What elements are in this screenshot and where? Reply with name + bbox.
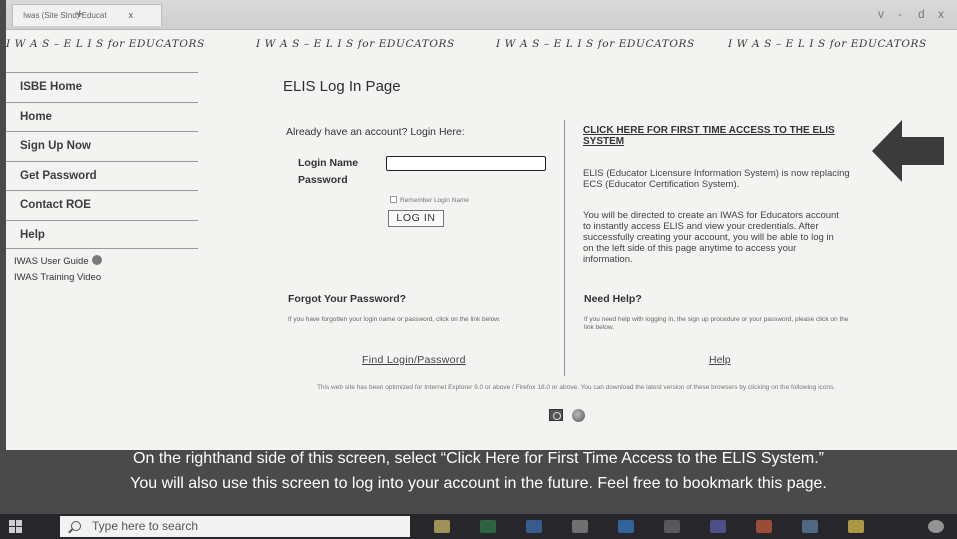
find-login-password-link[interactable]: Find Login/Password xyxy=(362,354,466,366)
iwas-user-guide-link[interactable]: IWAS User Guide xyxy=(14,255,198,267)
help-link[interactable]: Help xyxy=(709,354,731,366)
column-divider xyxy=(564,120,565,376)
browser-optimization-note: This web site has been optimized for Int… xyxy=(316,384,836,391)
taskbar-search-box[interactable]: Type here to search xyxy=(60,516,410,537)
globe-icon xyxy=(91,255,102,265)
browser-icon[interactable] xyxy=(572,520,588,533)
search-icon xyxy=(71,521,81,531)
new-tab-button[interactable]: + xyxy=(76,6,84,21)
sidebar-item-home[interactable]: Home xyxy=(6,101,198,132)
login-name-label: Login Name xyxy=(298,157,359,169)
site-banner: I W A S – E L I S for EDUCATORS xyxy=(496,38,695,50)
notes-icon[interactable] xyxy=(848,520,864,533)
tab-close-icon[interactable]: x xyxy=(129,10,134,20)
sidebar-nav: ISBE Home Home Sign Up Now Get Password … xyxy=(6,72,198,283)
site-banner: I W A S – E L I S for EDUCATORS xyxy=(6,38,205,50)
sidebar-item-get-password[interactable]: Get Password xyxy=(6,160,198,191)
login-name-input[interactable] xyxy=(386,156,546,171)
login-heading: Already have an account? Login Here: xyxy=(286,126,465,138)
restore-button[interactable]: d xyxy=(918,7,925,21)
browser-tab-bar: Iwas (Site Stnd) Educat x + v - d x xyxy=(6,0,957,30)
need-help-heading: Need Help? xyxy=(584,293,642,305)
file-explorer-icon[interactable] xyxy=(434,520,450,533)
browser-screen: Iwas (Site Stnd) Educat x + v - d x I W … xyxy=(6,0,957,450)
account-instructions: You will be directed to create an IWAS f… xyxy=(583,210,839,265)
elis-description: ELIS (Educator Licensure Information Sys… xyxy=(583,168,850,190)
caption-line: You will also use this screen to log int… xyxy=(130,475,827,492)
sidebar-item-help[interactable]: Help xyxy=(6,219,198,249)
sidebar-item-sign-up-now[interactable]: Sign Up Now xyxy=(6,131,198,161)
site-banner: I W A S – E L I S for EDUCATORS xyxy=(256,38,455,50)
teams-icon[interactable] xyxy=(710,520,726,533)
forgot-password-text: If you have forgotten your login name or… xyxy=(288,316,501,323)
calculator-icon[interactable] xyxy=(664,520,680,533)
sidebar-item-isbe-home[interactable]: ISBE Home xyxy=(6,72,198,102)
browser-tab[interactable]: Iwas (Site Stnd) Educat x xyxy=(12,4,162,26)
iwas-user-guide-label: IWAS User Guide xyxy=(14,256,89,267)
instruction-caption: On the righthand side of this screen, se… xyxy=(0,446,957,496)
close-window-button[interactable]: x xyxy=(938,7,944,21)
login-button[interactable]: LOG IN xyxy=(388,210,444,227)
search-placeholder: Type here to search xyxy=(92,519,199,533)
chrome-icon[interactable] xyxy=(928,520,944,533)
windows-start-icon[interactable] xyxy=(9,520,22,533)
internet-explorer-icon[interactable] xyxy=(549,409,563,421)
remember-checkbox[interactable] xyxy=(390,196,397,203)
word-icon[interactable] xyxy=(526,520,542,533)
need-help-text: If you need help with logging in, the si… xyxy=(584,316,849,331)
taskbar: Type here to search xyxy=(0,514,957,539)
iwas-training-video-link[interactable]: IWAS Training Video xyxy=(14,272,198,283)
forgot-password-heading: Forgot Your Password? xyxy=(288,293,407,305)
password-label: Password xyxy=(298,174,348,186)
remember-login-option[interactable]: Remember Login Name xyxy=(390,196,469,204)
minimize-button[interactable]: - xyxy=(898,7,902,21)
left-arrow-icon xyxy=(872,120,944,182)
first-time-access-link[interactable]: CLICK HERE FOR FIRST TIME ACCESS TO THE … xyxy=(583,125,859,147)
site-banner: I W A S – E L I S for EDUCATORS xyxy=(728,38,927,50)
firefox-icon[interactable] xyxy=(572,409,585,422)
outlook-icon[interactable] xyxy=(618,520,634,533)
powerpoint-icon[interactable] xyxy=(756,520,772,533)
page-title: ELIS Log In Page xyxy=(283,78,401,95)
caption-line: On the righthand side of this screen, se… xyxy=(133,450,824,467)
remember-label: Remember Login Name xyxy=(400,197,470,204)
photos-icon[interactable] xyxy=(802,520,818,533)
excel-icon[interactable] xyxy=(480,520,496,533)
tab-list-icon[interactable]: v xyxy=(878,7,884,21)
tab-title: Iwas (Site Stnd) Educat xyxy=(23,11,107,20)
sidebar-item-contact-roe[interactable]: Contact ROE xyxy=(6,190,198,220)
